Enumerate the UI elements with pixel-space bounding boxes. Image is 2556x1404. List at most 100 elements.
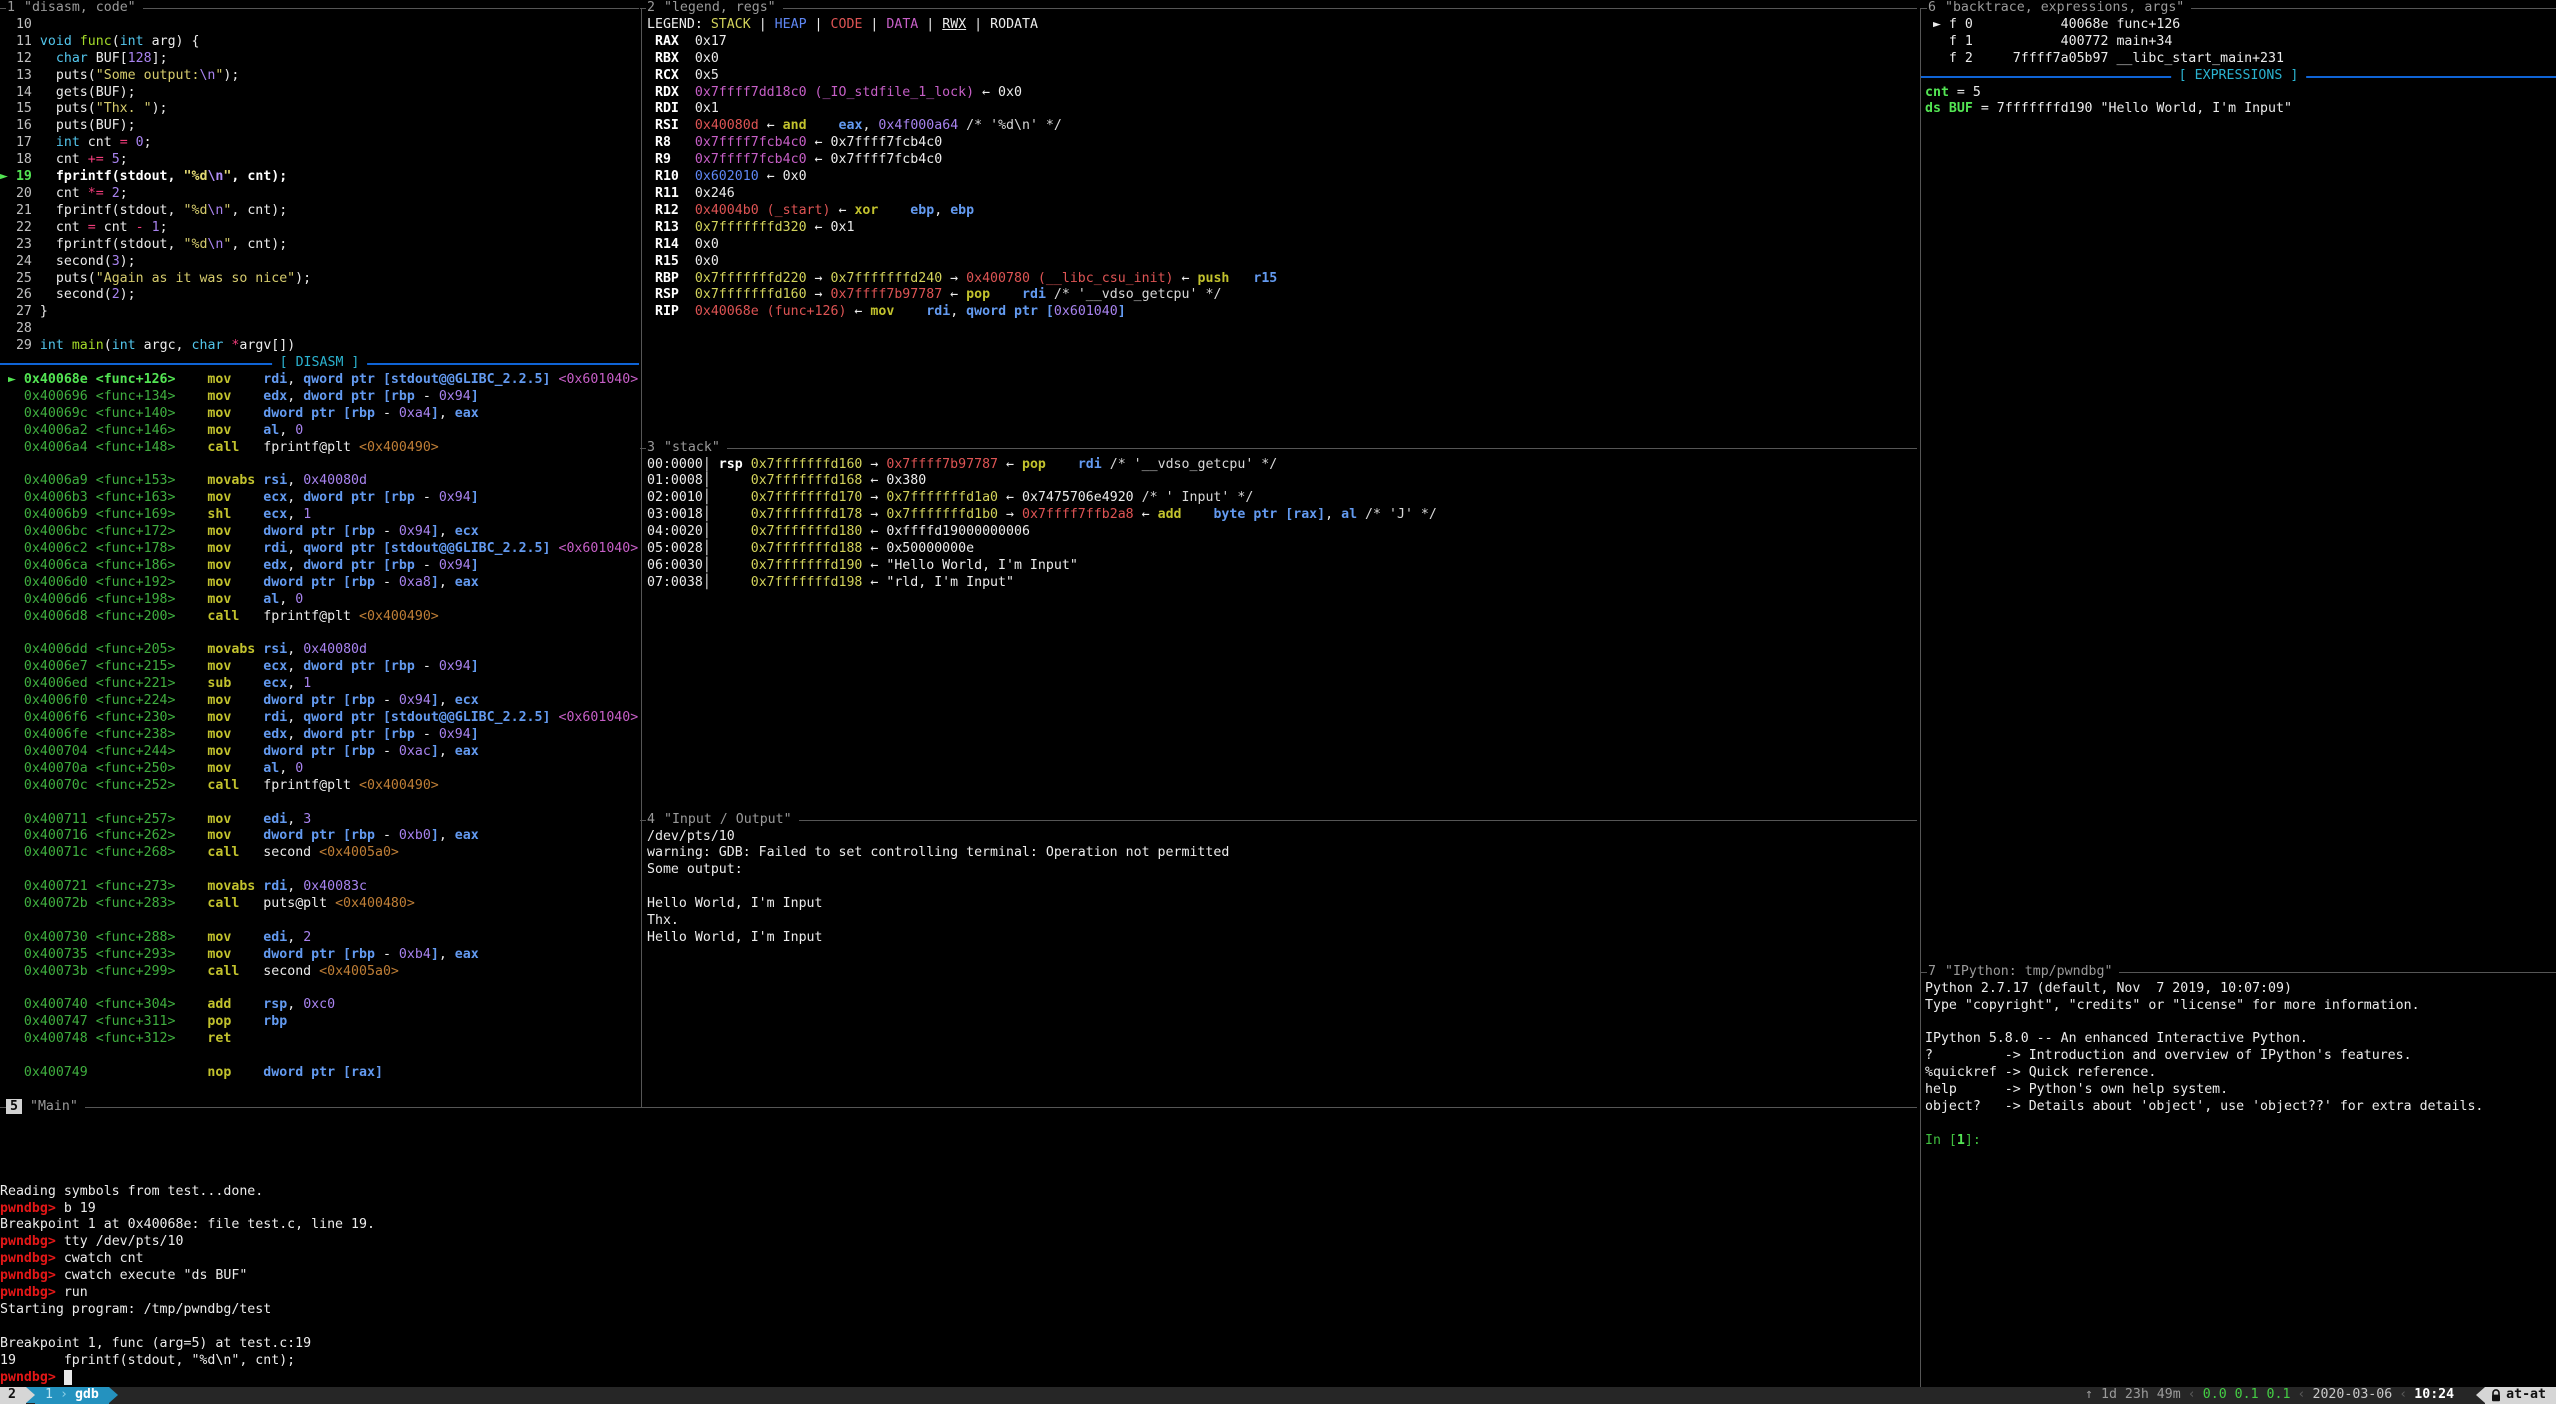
text-run: Thx. bbox=[647, 913, 687, 928]
text-run: <0x400490> bbox=[359, 778, 439, 793]
text-run bbox=[239, 896, 263, 911]
text-run: ); bbox=[120, 254, 136, 269]
text-run: 0x4006f0 <func+224> bbox=[0, 693, 176, 708]
text-run: Some output: bbox=[647, 862, 743, 877]
text-run bbox=[231, 744, 263, 759]
text-run bbox=[176, 761, 208, 776]
pane-stack[interactable]: 00:0000│ rsp 0x7fffffffd160 → 0x7ffff7b9… bbox=[647, 457, 1437, 592]
text-run: 0x0 bbox=[695, 237, 719, 252]
terminal-line: 24 second(3); bbox=[0, 254, 638, 271]
text-run: 0x94 bbox=[439, 659, 471, 674]
text-run: al bbox=[263, 423, 279, 438]
text-run bbox=[239, 778, 263, 793]
text-run: gets(BUF); bbox=[40, 85, 136, 100]
text-run: CODE bbox=[831, 17, 863, 32]
text-run: "%d bbox=[183, 237, 207, 252]
text-run: 26 bbox=[0, 287, 40, 302]
pane-io[interactable]: /dev/pts/10warning: GDB: Failed to set c… bbox=[647, 829, 1229, 947]
text-run bbox=[176, 558, 208, 573]
text-run: 5 bbox=[112, 152, 120, 167]
text-run bbox=[807, 118, 839, 133]
text-run: 0x94 bbox=[399, 524, 431, 539]
terminal-line: RDX 0x7ffff7dd18c0 (_IO_stdfile_1_lock) … bbox=[647, 85, 1277, 102]
text-run: 0x601040 bbox=[1054, 304, 1118, 319]
text-run: 0x4006e7 <func+215> bbox=[0, 659, 176, 674]
text-run: mov bbox=[207, 541, 231, 556]
text-run: 0x400730 <func+288> bbox=[0, 930, 176, 945]
text-run: 01:0008│ bbox=[647, 473, 751, 488]
text-run: 0x602010 bbox=[695, 169, 759, 184]
text-run bbox=[104, 152, 112, 167]
text-run: ; bbox=[160, 220, 168, 235]
pane-ipython[interactable]: Python 2.7.17 (default, Nov 7 2019, 10:0… bbox=[1925, 981, 2483, 1150]
text-run: R11 bbox=[647, 186, 695, 201]
terminal-line: 0x400696 <func+134> mov edx, dword ptr [… bbox=[0, 389, 638, 406]
text-run: mov bbox=[207, 930, 231, 945]
text-run: , bbox=[439, 406, 455, 421]
text-run: nop bbox=[207, 1065, 231, 1080]
text-run: and bbox=[783, 118, 807, 133]
text-run bbox=[176, 1031, 208, 1046]
text-run bbox=[231, 592, 263, 607]
text-run: edi bbox=[263, 930, 287, 945]
text-run: mov bbox=[207, 423, 231, 438]
text-run bbox=[231, 507, 263, 522]
text-run: 25 bbox=[0, 271, 40, 286]
status-time: 10:24 bbox=[2414, 1387, 2454, 1404]
text-cursor bbox=[64, 1370, 72, 1385]
text-run: 03:0018│ bbox=[647, 507, 751, 522]
text-run: 0x400748 <func+312> bbox=[0, 1031, 176, 1046]
text-run bbox=[1046, 457, 1078, 472]
text-run: cnt bbox=[80, 135, 120, 150]
text-run: 0x400735 <func+293> bbox=[0, 947, 176, 962]
text-run bbox=[176, 592, 208, 607]
text-run: int bbox=[120, 34, 144, 49]
text-run: eax bbox=[455, 406, 479, 421]
text-run: func bbox=[80, 34, 112, 49]
text-run: ] bbox=[431, 947, 439, 962]
pane-main[interactable]: Reading symbols from test...done. pwndbg>… bbox=[0, 1116, 375, 1387]
text-run: 0x4004b0 (_start) bbox=[695, 203, 831, 218]
pane-border bbox=[640, 8, 1917, 9]
pane-legend-regs[interactable]: LEGEND: STACK | HEAP | CODE | DATA | RWX… bbox=[647, 17, 1277, 321]
text-run: rdi bbox=[263, 541, 287, 556]
text-run: mov bbox=[870, 304, 894, 319]
text-run: ] bbox=[431, 693, 439, 708]
text-run: dword ptr [rbp bbox=[303, 727, 423, 742]
text-run: , cnt); bbox=[231, 203, 287, 218]
terminal-line: pwndbg> cwatch execute "ds BUF" bbox=[0, 1268, 375, 1285]
text-run: b 19 bbox=[64, 1201, 96, 1216]
text-run: ] bbox=[431, 744, 439, 759]
text-run: 0 bbox=[295, 592, 303, 607]
terminal-line bbox=[0, 456, 638, 473]
text-run: 2 bbox=[112, 287, 120, 302]
text-run: ← 0x7475706e4920 bbox=[998, 490, 1134, 505]
tmux-session-badge[interactable]: 2 bbox=[0, 1387, 26, 1404]
pane-title-main: 5 "Main" bbox=[0, 1099, 1917, 1116]
terminal-line: Reading symbols from test...done. bbox=[0, 1184, 375, 1201]
text-run: mov bbox=[207, 761, 231, 776]
text-run: puts@plt bbox=[263, 896, 335, 911]
text-run: , bbox=[279, 592, 295, 607]
pane-disasm-code[interactable]: 10 11 void func(int arg) { 12 char BUF[1… bbox=[0, 17, 638, 1082]
text-run: 3 bbox=[303, 812, 311, 827]
text-run: 0x400716 <func+262> bbox=[0, 828, 176, 843]
tmux-window-tab-gdb[interactable]: 1 › gdb bbox=[35, 1387, 109, 1404]
text-run bbox=[128, 135, 136, 150]
text-run: - bbox=[383, 744, 399, 759]
text-run: ► 0x40068e <func+126> bbox=[0, 372, 176, 387]
text-run: al bbox=[263, 592, 279, 607]
text-run: dword ptr [rbp bbox=[303, 558, 423, 573]
text-run: In [ bbox=[1925, 1133, 1957, 1148]
section-divider-expressions: [ EXPRESSIONS ] bbox=[1921, 68, 2556, 85]
terminal-line: 0x4006f0 <func+224> mov dword ptr [rbp -… bbox=[0, 693, 638, 710]
text-run: "Some output: bbox=[96, 68, 200, 83]
text-run: , bbox=[439, 744, 455, 759]
text-run: ← 0x0 bbox=[759, 169, 807, 184]
text-run: RSP bbox=[647, 287, 695, 302]
text-run: 29 bbox=[0, 338, 40, 353]
text-run: 0xb4 bbox=[399, 947, 431, 962]
text-run: 27 bbox=[0, 304, 40, 319]
terminal-line: cnt = 5 bbox=[1925, 85, 2292, 102]
terminal-line: 0x40071c <func+268> call second <0x4005a… bbox=[0, 845, 638, 862]
